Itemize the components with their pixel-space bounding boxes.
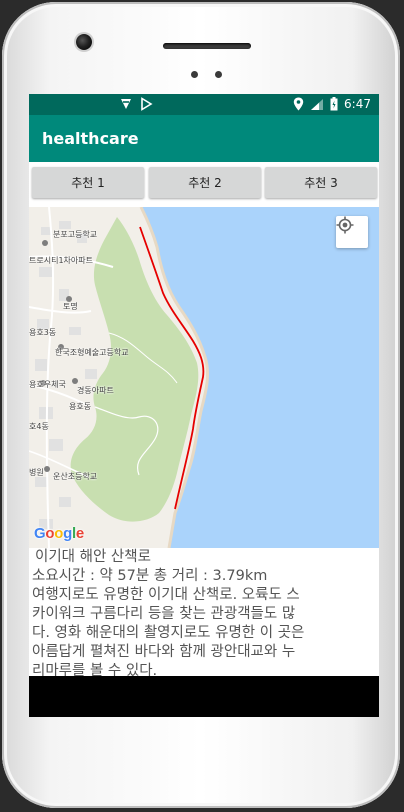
route-description-line: 리마루를 볼 수 있다. — [32, 663, 158, 676]
map-label: 경동아파트 — [77, 386, 114, 395]
map-label: 분포고등학교 — [53, 230, 98, 239]
map-label: 운산초등학교 — [53, 472, 98, 481]
status-bar: 6:47 — [29, 94, 379, 115]
map-label: 용호동 — [69, 402, 92, 411]
recommendation-buttons: 추천 1 추천 2 추천 3 — [29, 162, 379, 207]
earpiece-speaker — [163, 43, 251, 49]
recommend-3-button[interactable]: 추천 3 — [265, 167, 377, 198]
screen: 6:47 healthcare 추천 1 추천 2 추천 3 분포고등학교 트로… — [29, 94, 379, 717]
map-label: 병원 — [29, 468, 44, 477]
my-location-button[interactable] — [336, 216, 368, 248]
map-label: 용호우체국 — [29, 380, 66, 389]
route-description-line: 카이워크 구름다리 등을 찾는 관광객들도 많 — [32, 606, 296, 622]
map-label: 트로시티1차아파트 — [29, 256, 93, 265]
route-description-line: 아름답게 펼쳐진 바다와 함께 광안대교와 누 — [32, 644, 296, 660]
route-description-line: 다. 영화 해운대의 촬영지로도 유명한 이 곳은 — [32, 625, 305, 641]
navigation-bar — [29, 676, 379, 717]
status-time: 6:47 — [344, 97, 371, 111]
app-notification-icon — [121, 99, 131, 109]
app-title: healthcare — [42, 129, 139, 148]
map-view[interactable]: 분포고등학교 트로시티1차아파트 토명 용호3동 한국조형예술고등학교 용호우체… — [29, 207, 379, 548]
front-camera — [76, 34, 92, 50]
route-description-line: 여행지로도 유명한 이기대 산책로. 오륙도 스 — [32, 587, 300, 603]
proximity-sensor — [191, 71, 198, 78]
route-info-panel: 이기대 해안 산책로 소요시간 : 약 57분 총 거리 : 3.79km 여행… — [29, 548, 379, 676]
app-bar: healthcare — [29, 115, 379, 162]
route-name: 이기대 해안 산책로 — [35, 549, 151, 565]
map-label: 호4동 — [29, 422, 49, 431]
route-duration-distance: 소요시간 : 약 57분 총 거리 : 3.79km — [32, 568, 268, 584]
crosshair-icon — [336, 216, 354, 234]
google-logo: Google — [34, 525, 84, 542]
recommend-2-button[interactable]: 추천 2 — [149, 167, 261, 198]
map-label: 토명 — [63, 302, 78, 311]
map-label: 용호3동 — [29, 328, 57, 337]
signal-icon — [311, 98, 324, 110]
recommend-1-button[interactable]: 추천 1 — [32, 167, 144, 198]
light-sensor — [215, 71, 222, 78]
location-icon — [293, 97, 304, 111]
map-label: 한국조형예술고등학교 — [55, 348, 129, 357]
battery-icon — [330, 97, 338, 111]
phone-frame: 6:47 healthcare 추천 1 추천 2 추천 3 분포고등학교 트로… — [2, 2, 400, 808]
play-store-icon — [141, 97, 153, 111]
